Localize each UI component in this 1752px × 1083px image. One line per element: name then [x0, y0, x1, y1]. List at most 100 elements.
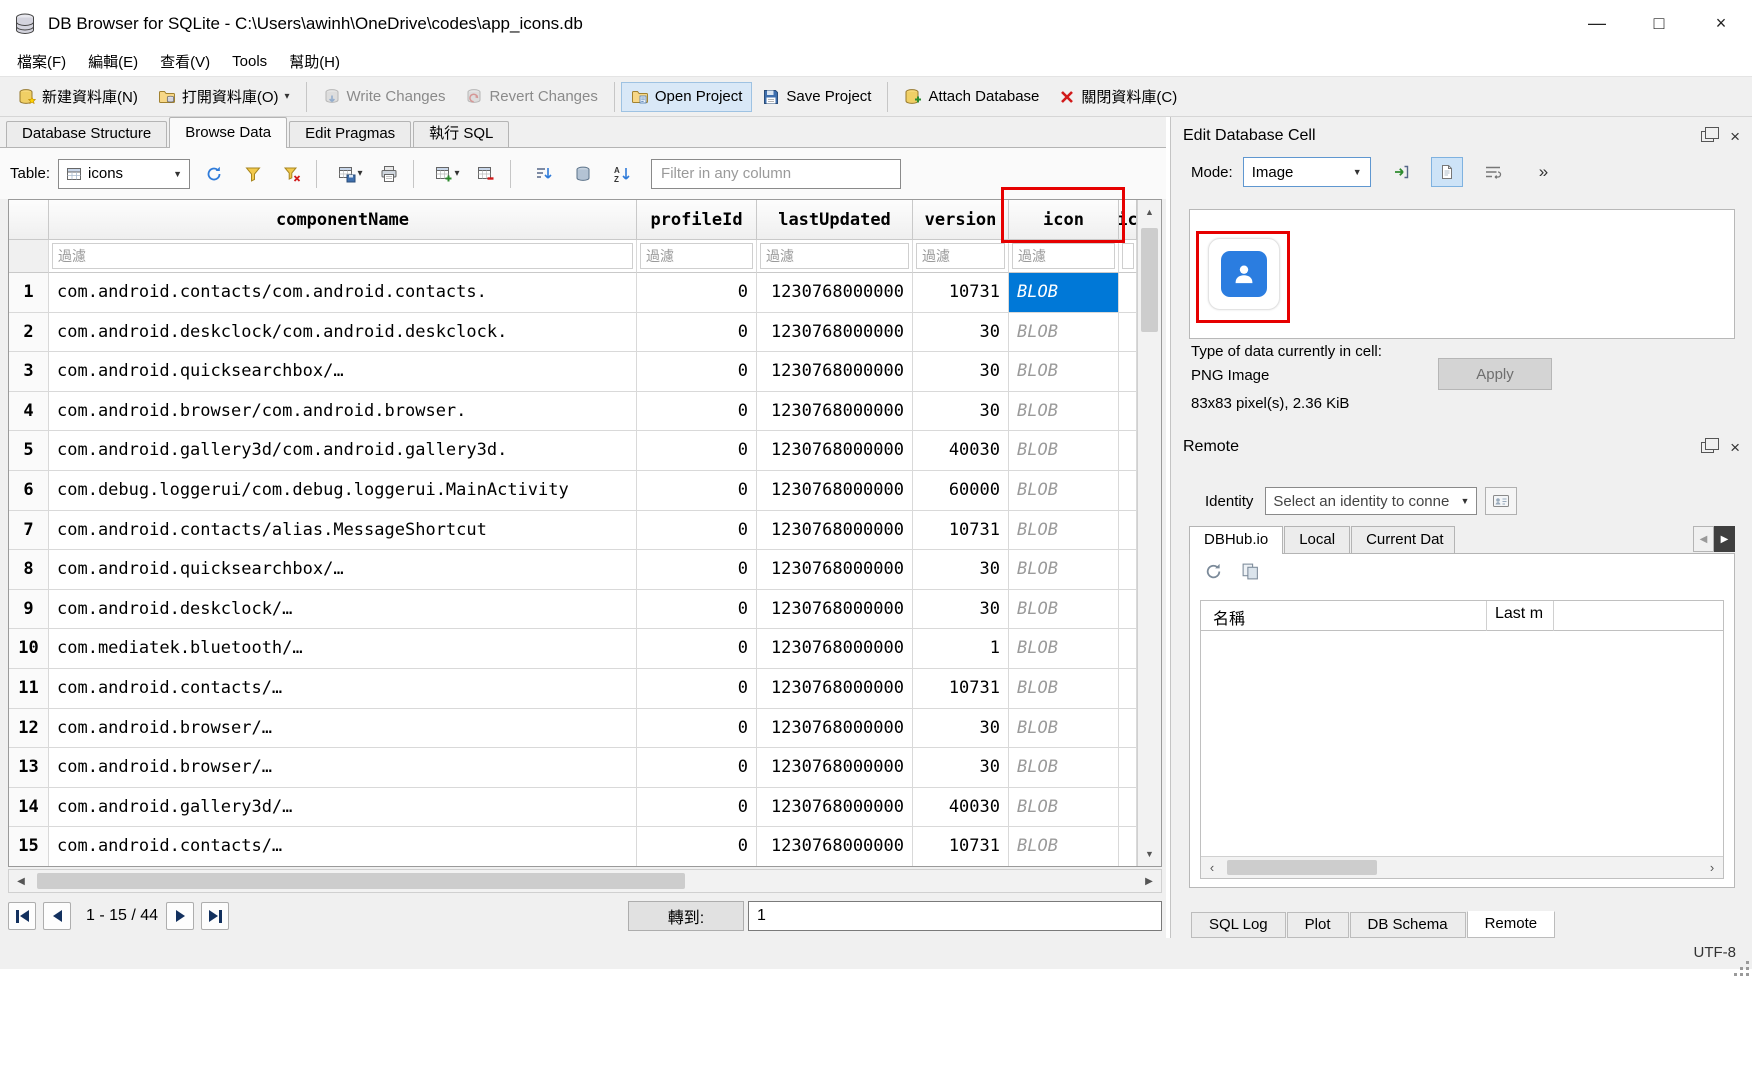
- filter-any-column-input[interactable]: [651, 159, 901, 189]
- clipped-cell[interactable]: [1119, 590, 1137, 630]
- maximize-button[interactable]: □: [1628, 0, 1690, 47]
- icon-blob-cell[interactable]: BLOB: [1009, 709, 1119, 749]
- new-record-dropdown-icon[interactable]: ▾: [455, 168, 460, 179]
- version-cell[interactable]: 30: [913, 748, 1009, 788]
- resize-grip-icon[interactable]: [1746, 961, 1749, 964]
- row-number-cell[interactable]: 15: [9, 827, 49, 866]
- close-panel-icon[interactable]: ×: [1730, 439, 1740, 456]
- close-button[interactable]: ×: [1690, 0, 1752, 47]
- column-header-lastUpdated[interactable]: lastUpdated: [757, 200, 913, 240]
- row-number-cell[interactable]: 8: [9, 550, 49, 590]
- clone-database-icon[interactable]: [1241, 562, 1260, 581]
- sort-az-button[interactable]: AZ: [607, 159, 637, 189]
- version-cell[interactable]: 30: [913, 550, 1009, 590]
- row-number-cell[interactable]: 1: [9, 273, 49, 313]
- attach-database-button[interactable]: Attach Database: [894, 82, 1049, 112]
- encoding-indicator[interactable]: UTF-8: [1694, 944, 1737, 961]
- clipped-cell[interactable]: [1119, 827, 1137, 866]
- icon-blob-cell[interactable]: BLOB: [1009, 431, 1119, 471]
- row-number-cell[interactable]: 14: [9, 788, 49, 828]
- clipped-cell[interactable]: [1119, 431, 1137, 471]
- horizontal-scrollbar-thumb[interactable]: [37, 873, 685, 889]
- last-updated-cell[interactable]: 1230768000000: [757, 669, 913, 709]
- version-cell[interactable]: 60000: [913, 471, 1009, 511]
- corner-header-cell[interactable]: [9, 200, 49, 240]
- identity-settings-button[interactable]: [1485, 487, 1517, 515]
- component-name-cell[interactable]: com.android.browser/com.android.browser.: [49, 392, 637, 432]
- last-updated-cell[interactable]: 1230768000000: [757, 273, 913, 313]
- profile-id-cell[interactable]: 0: [637, 273, 757, 313]
- icon-blob-cell[interactable]: BLOB: [1009, 273, 1119, 313]
- tab-current-database[interactable]: Current Dat: [1351, 526, 1455, 553]
- component-name-cell[interactable]: com.android.deskclock/…: [49, 590, 637, 630]
- filter-componentName-input[interactable]: [52, 243, 633, 269]
- icon-blob-cell[interactable]: BLOB: [1009, 511, 1119, 551]
- last-updated-cell[interactable]: 1230768000000: [757, 748, 913, 788]
- horizontal-scrollbar[interactable]: ◀ ▶: [8, 869, 1162, 893]
- icon-blob-cell[interactable]: BLOB: [1009, 392, 1119, 432]
- icon-blob-cell[interactable]: BLOB: [1009, 352, 1119, 392]
- component-name-cell[interactable]: com.android.browser/…: [49, 748, 637, 788]
- save-view-dropdown-icon[interactable]: ▾: [358, 168, 363, 179]
- close-panel-icon[interactable]: ×: [1730, 128, 1740, 145]
- remote-column-last-modified[interactable]: Last m: [1495, 605, 1551, 623]
- row-number-cell[interactable]: 10: [9, 629, 49, 669]
- delete-record-button[interactable]: [471, 159, 501, 189]
- version-cell[interactable]: 10731: [913, 669, 1009, 709]
- vertical-scrollbar-thumb[interactable]: [1141, 228, 1158, 332]
- component-name-cell[interactable]: com.android.contacts/com.android.contact…: [49, 273, 637, 313]
- profile-id-cell[interactable]: 0: [637, 788, 757, 828]
- last-updated-cell[interactable]: 1230768000000: [757, 511, 913, 551]
- last-updated-cell[interactable]: 1230768000000: [757, 788, 913, 828]
- close-database-button[interactable]: 關閉資料庫(C): [1049, 80, 1187, 113]
- clipped-cell[interactable]: [1119, 748, 1137, 788]
- float-panel-icon[interactable]: [1701, 442, 1714, 453]
- component-name-cell[interactable]: com.android.contacts/…: [49, 669, 637, 709]
- tab-browse-data[interactable]: Browse Data: [169, 117, 287, 148]
- apply-button[interactable]: Apply: [1438, 358, 1552, 390]
- word-wrap-button[interactable]: [1477, 157, 1509, 187]
- last-updated-cell[interactable]: 1230768000000: [757, 471, 913, 511]
- remote-column-name[interactable]: 名稱: [1213, 605, 1245, 629]
- version-cell[interactable]: 30: [913, 392, 1009, 432]
- open-database-dropdown-icon[interactable]: ▾: [285, 91, 290, 102]
- icon-blob-cell[interactable]: BLOB: [1009, 590, 1119, 630]
- tab-local[interactable]: Local: [1284, 526, 1350, 553]
- new-record-button[interactable]: ▾: [432, 159, 462, 189]
- clipped-cell[interactable]: [1119, 273, 1137, 313]
- profile-id-cell[interactable]: 0: [637, 827, 757, 866]
- menu-tools[interactable]: Tools: [221, 50, 278, 73]
- clipped-cell[interactable]: [1119, 392, 1137, 432]
- icon-blob-cell[interactable]: BLOB: [1009, 788, 1119, 828]
- last-updated-cell[interactable]: 1230768000000: [757, 352, 913, 392]
- clipped-cell[interactable]: [1119, 629, 1137, 669]
- menu-file[interactable]: 檔案(F): [6, 48, 77, 75]
- icon-blob-cell[interactable]: BLOB: [1009, 748, 1119, 788]
- first-record-button[interactable]: [8, 902, 36, 930]
- icon-blob-cell[interactable]: BLOB: [1009, 669, 1119, 709]
- clipped-cell[interactable]: [1119, 313, 1137, 353]
- row-number-cell[interactable]: 13: [9, 748, 49, 788]
- row-number-cell[interactable]: 9: [9, 590, 49, 630]
- dock-tab-remote[interactable]: Remote: [1467, 911, 1556, 938]
- profile-id-cell[interactable]: 0: [637, 392, 757, 432]
- profile-id-cell[interactable]: 0: [637, 709, 757, 749]
- profile-id-cell[interactable]: 0: [637, 669, 757, 709]
- float-panel-icon[interactable]: [1701, 131, 1714, 142]
- last-updated-cell[interactable]: 1230768000000: [757, 629, 913, 669]
- row-number-cell[interactable]: 5: [9, 431, 49, 471]
- version-cell[interactable]: 40030: [913, 431, 1009, 471]
- filter-profileId-input[interactable]: [640, 243, 753, 269]
- column-header-componentName[interactable]: componentName: [49, 200, 637, 240]
- clipped-cell[interactable]: [1119, 788, 1137, 828]
- filter-version-input[interactable]: [916, 243, 1005, 269]
- column-header-version[interactable]: version: [913, 200, 1009, 240]
- scroll-left-icon[interactable]: ‹: [1201, 857, 1223, 878]
- sort-column-button[interactable]: [529, 159, 559, 189]
- component-name-cell[interactable]: com.android.quicksearchbox/…: [49, 352, 637, 392]
- component-name-cell[interactable]: com.android.deskclock/com.android.deskcl…: [49, 313, 637, 353]
- version-cell[interactable]: 30: [913, 313, 1009, 353]
- identity-selector[interactable]: Select an identity to conne ▼: [1265, 487, 1477, 515]
- version-cell[interactable]: 30: [913, 352, 1009, 392]
- profile-id-cell[interactable]: 0: [637, 352, 757, 392]
